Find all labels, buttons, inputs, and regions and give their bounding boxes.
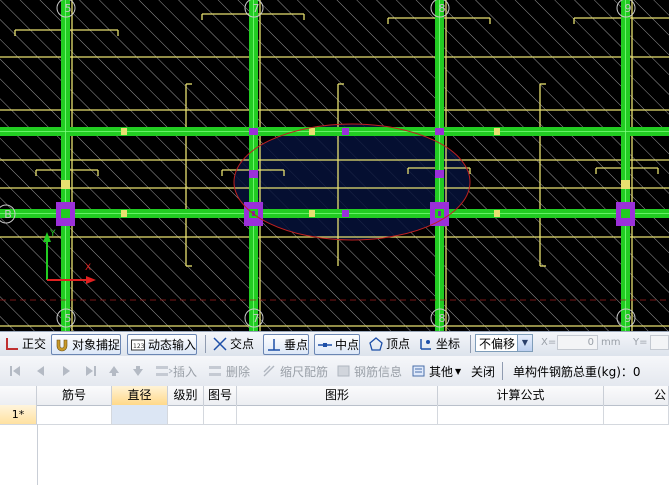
cell-formula[interactable] (438, 405, 604, 424)
move-down-icon (133, 369, 143, 376)
cell-bar-no[interactable] (37, 405, 112, 424)
midpoint-icon (318, 342, 332, 347)
first-record-arrow (13, 366, 20, 376)
table-header: 筋号 直径(mm) 级别 图号 图形 计算公式 公 (0, 386, 669, 406)
rebar-toolbar: 插入 删除 缩尺配筋 钢筋信息 其他 ▼ 关闭 单构件钢筋总重(kg)：0 (0, 356, 669, 387)
axis-label-left-b: B (4, 208, 12, 221)
scale-rebar-label: 缩尺配筋 (280, 364, 329, 379)
row-header-corner (0, 386, 37, 405)
other-label: 其他 (429, 364, 454, 379)
x-coord-input[interactable]: 0 (557, 335, 598, 350)
svg-text:123: 123 (133, 343, 145, 350)
dropdown-arrow-icon: ▼ (455, 366, 462, 376)
insert-button[interactable]: 插入 (155, 362, 197, 380)
ortho-icon (6, 337, 18, 350)
axis-label-top-7: 7 (253, 2, 260, 15)
ortho-button[interactable]: 正交 (2, 334, 46, 353)
row-header-gutter (0, 424, 38, 485)
snap-toolbar: 正交 对象捕捉 123 动态输入 交点 垂点 中点 顶点 坐标 不偏移 ▼ X=… (0, 331, 669, 357)
cell-grade[interactable] (168, 405, 204, 424)
ortho-label: 正交 (22, 337, 47, 351)
offset-mode-select[interactable]: 不偏移 ▼ (475, 334, 533, 352)
offset-mode-value: 不偏移 (479, 337, 516, 351)
toolbar-separator (205, 335, 206, 353)
row-header[interactable]: 1* (0, 405, 37, 424)
axis-label-top-5: 5 (65, 2, 72, 15)
column-header-shape[interactable]: 图形 (237, 386, 438, 405)
dynamic-input-label: 动态输入 (148, 338, 197, 352)
other-menu-icon (412, 365, 425, 377)
delete-button[interactable]: 删除 (208, 362, 250, 380)
coordinate-snap-button[interactable]: 坐标 (416, 334, 460, 353)
axis-label-top-9: 9 (625, 2, 632, 15)
column-header-shape-no[interactable]: 图号 (204, 386, 237, 405)
rebar-info-label: 钢筋信息 (354, 364, 403, 379)
x-unit-label: mm (601, 337, 621, 348)
midpoint-label: 中点 (335, 338, 360, 352)
perpendicular-label: 垂点 (284, 338, 309, 352)
first-record-icon (10, 366, 12, 376)
drawing-canvas[interactable]: 5 7 8 9 5 7 8 9 B X Y (0, 0, 669, 331)
cell-formula-desc[interactable] (604, 405, 669, 424)
toolbar-separator (470, 335, 471, 353)
move-up-icon (109, 366, 119, 373)
record-nav-buttons (10, 366, 96, 376)
insert-row-icon (156, 366, 173, 376)
intersection-snap-button[interactable]: 交点 (210, 334, 254, 353)
scale-rebar-icon (263, 365, 275, 377)
prev-record-icon (37, 366, 44, 376)
chevron-down-icon[interactable]: ▼ (517, 335, 532, 351)
total-weight-text: 单构件钢筋总重(kg)：0 (513, 364, 641, 379)
dynamic-input-icon: 123 (131, 339, 145, 350)
close-label: 关闭 (471, 364, 496, 379)
delete-label: 删除 (226, 364, 251, 379)
cell-shape-no[interactable] (204, 405, 237, 424)
y-coord-label: Y= (633, 337, 648, 348)
close-button[interactable]: 关闭 (471, 362, 495, 380)
ucs-x-label: X (85, 263, 91, 273)
plan-drawing[interactable]: 5 7 8 9 5 7 8 9 B X Y (0, 0, 669, 331)
rebar-info-button[interactable]: 钢筋信息 (336, 362, 402, 380)
perpendicular-snap-button[interactable]: 垂点 (263, 334, 310, 355)
axis-label-bottom-8: 8 (439, 312, 446, 325)
column-header-bar-no[interactable]: 筋号 (37, 386, 112, 405)
x-coord-label: X= (541, 337, 557, 348)
column-header-diameter[interactable]: 直径(mm) (112, 386, 168, 405)
column-header-formula-desc[interactable]: 公 (604, 386, 669, 405)
cell-diameter[interactable] (112, 405, 168, 424)
axis-label-top-8: 8 (439, 2, 446, 15)
axis-label-bottom-7: 7 (253, 312, 260, 325)
insert-label: 插入 (173, 364, 198, 379)
ucs-y-label: Y (49, 229, 56, 239)
vertex-icon (369, 336, 383, 351)
coordinate-icon (420, 338, 431, 350)
rebar-table: 筋号 直径(mm) 级别 图号 图形 计算公式 公 1* (0, 386, 669, 485)
midpoint-snap-button[interactable]: 中点 (314, 334, 361, 355)
perpendicular-icon (268, 338, 280, 351)
column-header-grade[interactable]: 级别 (168, 386, 204, 405)
delete-row-icon (209, 366, 221, 376)
last-record-icon (86, 366, 93, 376)
magnet-icon (56, 339, 68, 351)
vertex-snap-button[interactable]: 顶点 (366, 334, 410, 353)
dynamic-input-button[interactable]: 123 动态输入 (127, 334, 198, 355)
object-snap-button[interactable]: 对象捕捉 (51, 334, 122, 355)
intersection-label: 交点 (230, 337, 255, 351)
next-record-icon (63, 366, 70, 376)
column-header-formula[interactable]: 计算公式 (438, 386, 604, 405)
table-row[interactable]: 1* (0, 405, 669, 425)
rebar-info-icon (337, 365, 350, 377)
coordinate-label: 坐标 (436, 337, 461, 351)
cell-shape[interactable] (237, 405, 438, 424)
y-coord-input[interactable] (650, 335, 669, 350)
vertex-label: 顶点 (386, 337, 411, 351)
scale-rebar-button[interactable]: 缩尺配筋 (262, 362, 328, 380)
axis-label-bottom-9: 9 (625, 312, 632, 325)
object-snap-label: 对象捕捉 (72, 338, 121, 352)
toolbar-separator (502, 362, 503, 380)
intersection-icon (213, 336, 227, 351)
move-row-buttons (109, 366, 143, 376)
other-menu-button[interactable]: 其他 ▼ (411, 362, 461, 380)
axis-label-bottom-5: 5 (65, 312, 72, 325)
